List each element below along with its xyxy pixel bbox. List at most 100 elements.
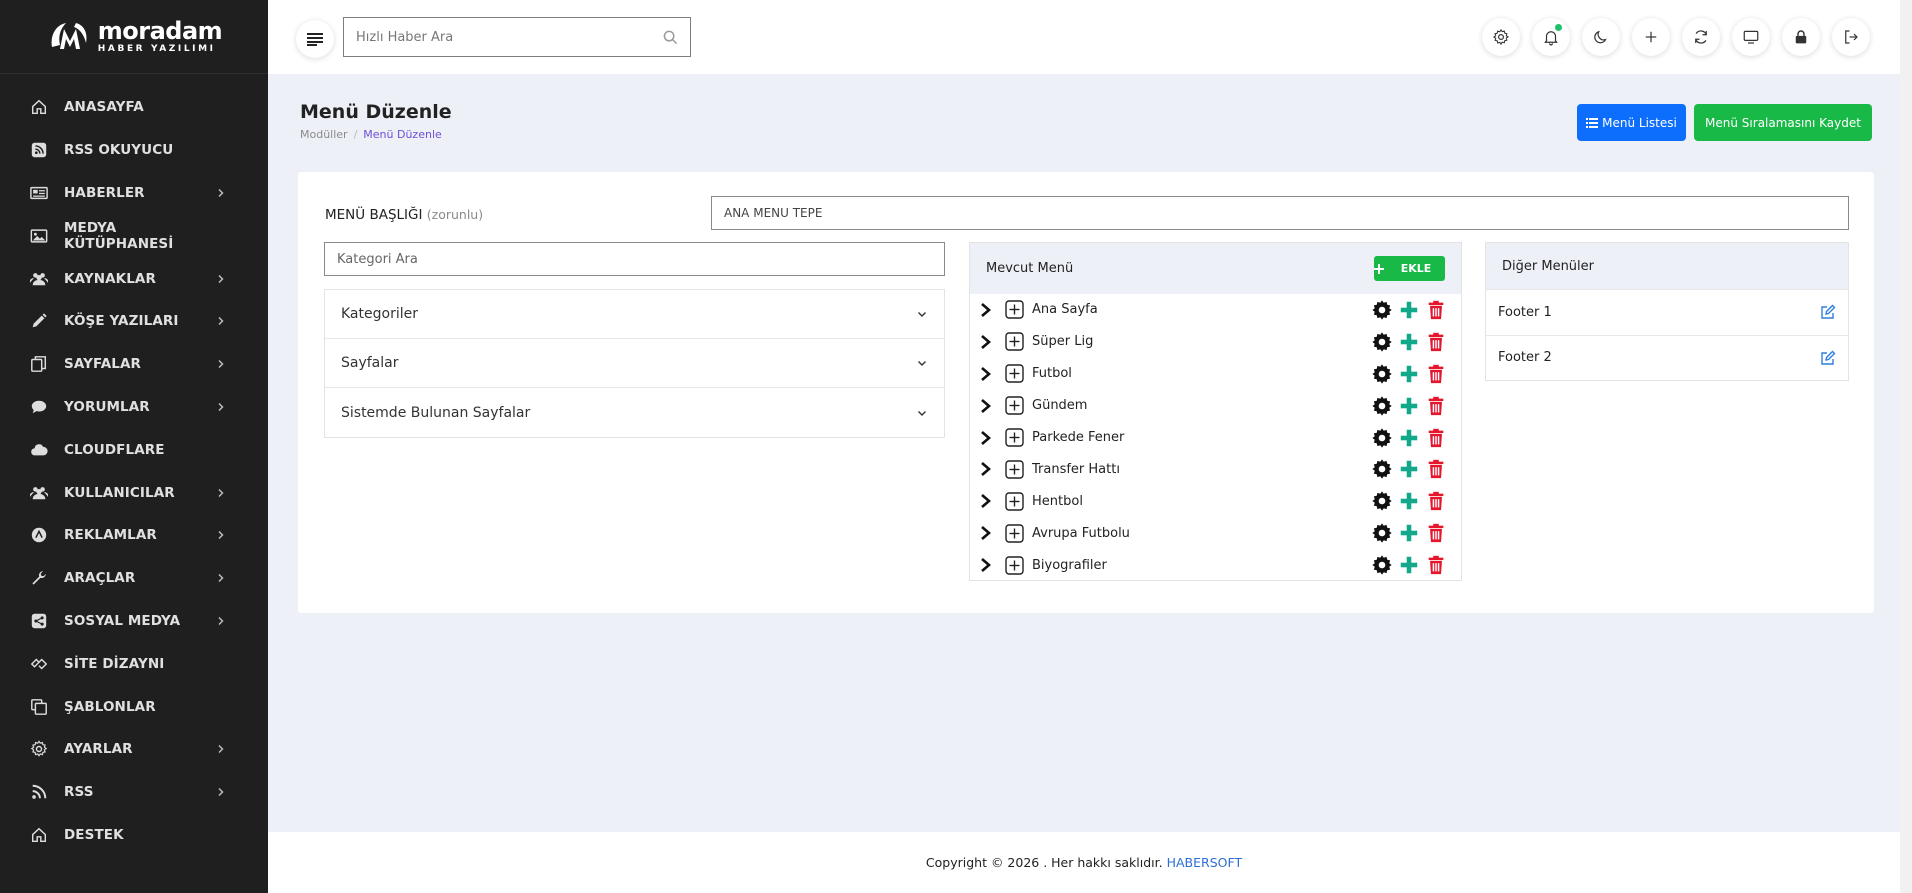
gear-icon[interactable] <box>1371 363 1393 385</box>
sidebar-item-kaynaklar[interactable]: KAYNAKLAR <box>0 257 268 300</box>
trash-icon[interactable] <box>1425 490 1447 512</box>
gear-icon[interactable] <box>1371 554 1393 576</box>
expand-box-icon[interactable] <box>1005 396 1024 415</box>
expand-box-icon[interactable] <box>1005 460 1024 479</box>
logout-button[interactable] <box>1832 18 1870 56</box>
expand-box-icon[interactable] <box>1005 300 1024 320</box>
sidebar-item-şablonlar[interactable]: ŞABLONLAR <box>0 685 268 728</box>
expand-box-icon[interactable] <box>1005 428 1024 447</box>
other-menus-title: Diğer Menüler <box>1486 243 1848 289</box>
menu-toggle-button[interactable] <box>296 20 334 58</box>
gear-icon[interactable] <box>1371 331 1393 353</box>
save-order-button[interactable]: Menü Sıralamasını Kaydet <box>1694 104 1872 141</box>
sidebar-item-anasayfa[interactable]: ANASAYFA <box>0 86 268 129</box>
menu-item-row[interactable]: Süper Lig <box>970 326 1461 358</box>
chevron-right-icon[interactable] <box>979 334 993 350</box>
trash-icon[interactable] <box>1425 522 1447 544</box>
chevron-right-icon[interactable] <box>979 398 993 414</box>
add-child-icon[interactable] <box>1398 363 1420 385</box>
expand-box-icon[interactable] <box>1005 523 1024 543</box>
add-child-icon[interactable] <box>1398 331 1420 353</box>
trash-icon[interactable] <box>1425 331 1447 353</box>
add-button[interactable] <box>1632 18 1670 56</box>
lock-button[interactable] <box>1782 18 1820 56</box>
gear-icon[interactable] <box>1371 458 1393 480</box>
gear-icon[interactable] <box>1371 490 1393 512</box>
category-search-input[interactable] <box>324 242 945 276</box>
edit-icon[interactable] <box>1820 304 1836 320</box>
chevron-right-icon[interactable] <box>979 525 993 541</box>
expand-box-icon[interactable] <box>1005 332 1024 352</box>
sidebar-item-ayarlar[interactable]: AYARLAR <box>0 728 268 771</box>
chevron-right-icon[interactable] <box>979 366 993 382</box>
add-child-icon[interactable] <box>1398 522 1420 544</box>
menu-item-row[interactable]: Hentbol <box>970 485 1461 517</box>
sidebar-item-rss-okuyucu[interactable]: RSS OKUYUCU <box>0 129 268 172</box>
footer-brand-link[interactable]: HABERSOFT <box>1167 855 1243 870</box>
add-child-icon[interactable] <box>1398 554 1420 576</box>
other-menu-row[interactable]: Footer 1 <box>1486 289 1848 335</box>
menu-item-row[interactable]: Transfer Hattı <box>970 453 1461 485</box>
sidebar-item-sayfalar[interactable]: SAYFALAR <box>0 343 268 386</box>
sidebar-item-reklamlar[interactable]: REKLAMLAR <box>0 514 268 557</box>
menu-title-input[interactable] <box>711 196 1849 230</box>
add-child-icon[interactable] <box>1398 458 1420 480</box>
settings-button[interactable] <box>1482 18 1520 56</box>
sidebar-item-köşe-yazilari[interactable]: KÖŞE YAZILARI <box>0 300 268 343</box>
trash-icon[interactable] <box>1425 554 1447 576</box>
trash-icon[interactable] <box>1425 395 1447 417</box>
add-child-icon[interactable] <box>1398 395 1420 417</box>
trash-icon[interactable] <box>1425 427 1447 449</box>
chevron-right-icon[interactable] <box>979 430 993 446</box>
accordion-item[interactable]: Sistemde Bulunan Sayfalar <box>325 388 944 437</box>
menu-item-row[interactable]: Avrupa Futbolu <box>970 517 1461 549</box>
trash-icon[interactable] <box>1425 299 1447 321</box>
sidebar-item-rss[interactable]: RSS <box>0 771 268 814</box>
search-icon[interactable] <box>663 30 678 45</box>
expand-box-icon[interactable] <box>1005 364 1024 383</box>
chevron-right-icon[interactable] <box>979 557 993 573</box>
add-child-icon[interactable] <box>1398 427 1420 449</box>
menu-item-row[interactable]: Futbol <box>970 358 1461 390</box>
chevron-right-icon[interactable] <box>979 493 993 509</box>
trash-icon[interactable] <box>1425 458 1447 480</box>
other-menu-row[interactable]: Footer 2 <box>1486 334 1848 381</box>
gear-icon[interactable] <box>1371 427 1393 449</box>
gear-icon[interactable] <box>1371 299 1393 321</box>
refresh-button[interactable] <box>1682 18 1720 56</box>
expand-box-icon[interactable] <box>1005 555 1024 575</box>
dark-mode-button[interactable] <box>1582 18 1620 56</box>
breadcrumb-item[interactable]: Modüller <box>300 128 348 141</box>
chevron-right-icon[interactable] <box>979 461 993 477</box>
gear-icon[interactable] <box>1371 395 1393 417</box>
gear-icon[interactable] <box>1371 522 1393 544</box>
add-menu-item-button[interactable]: EKLE <box>1374 256 1445 281</box>
add-child-icon[interactable] <box>1398 490 1420 512</box>
edit-icon[interactable] <box>1820 350 1836 366</box>
page-scrollbar[interactable] <box>1900 0 1912 893</box>
menu-item-row[interactable]: Gündem <box>970 390 1461 422</box>
sidebar-item-sosyal-medya[interactable]: SOSYAL MEDYA <box>0 600 268 643</box>
sidebar-item-kullanicilar[interactable]: KULLANICILAR <box>0 471 268 514</box>
sidebar-item-cloudflare[interactable]: CLOUDFLARE <box>0 428 268 471</box>
accordion-item[interactable]: Sayfalar <box>325 339 944 388</box>
brand-logo[interactable]: moradam HABER YAZILIMI <box>0 0 268 74</box>
menu-item-row[interactable]: Parkede Fener <box>970 422 1461 454</box>
chevron-right-icon[interactable] <box>979 302 993 318</box>
expand-box-icon[interactable] <box>1005 492 1024 511</box>
view-site-button[interactable] <box>1732 18 1770 56</box>
sidebar-item-si-te-di-zayni[interactable]: SİTE DİZAYNI <box>0 642 268 685</box>
sidebar-item-medya-kütüphanesi-[interactable]: MEDYA KÜTÜPHANESİ <box>0 214 268 257</box>
sidebar-item-araçlar[interactable]: ARAÇLAR <box>0 557 268 600</box>
menu-item-row[interactable]: Biyografiler <box>970 549 1461 581</box>
trash-icon[interactable] <box>1425 363 1447 385</box>
accordion-item[interactable]: Kategoriler <box>325 290 944 339</box>
quick-search-input[interactable] <box>356 29 663 45</box>
sidebar-item-yorumlar[interactable]: YORUMLAR <box>0 386 268 429</box>
sidebar-item-destek[interactable]: DESTEK <box>0 814 268 857</box>
add-child-icon[interactable] <box>1398 299 1420 321</box>
notifications-button[interactable] <box>1532 18 1570 56</box>
sidebar-item-haberler[interactable]: HABERLER <box>0 172 268 215</box>
menu-list-button[interactable]: Menü Listesi <box>1577 104 1686 141</box>
menu-item-row[interactable]: Ana Sayfa <box>970 294 1461 326</box>
